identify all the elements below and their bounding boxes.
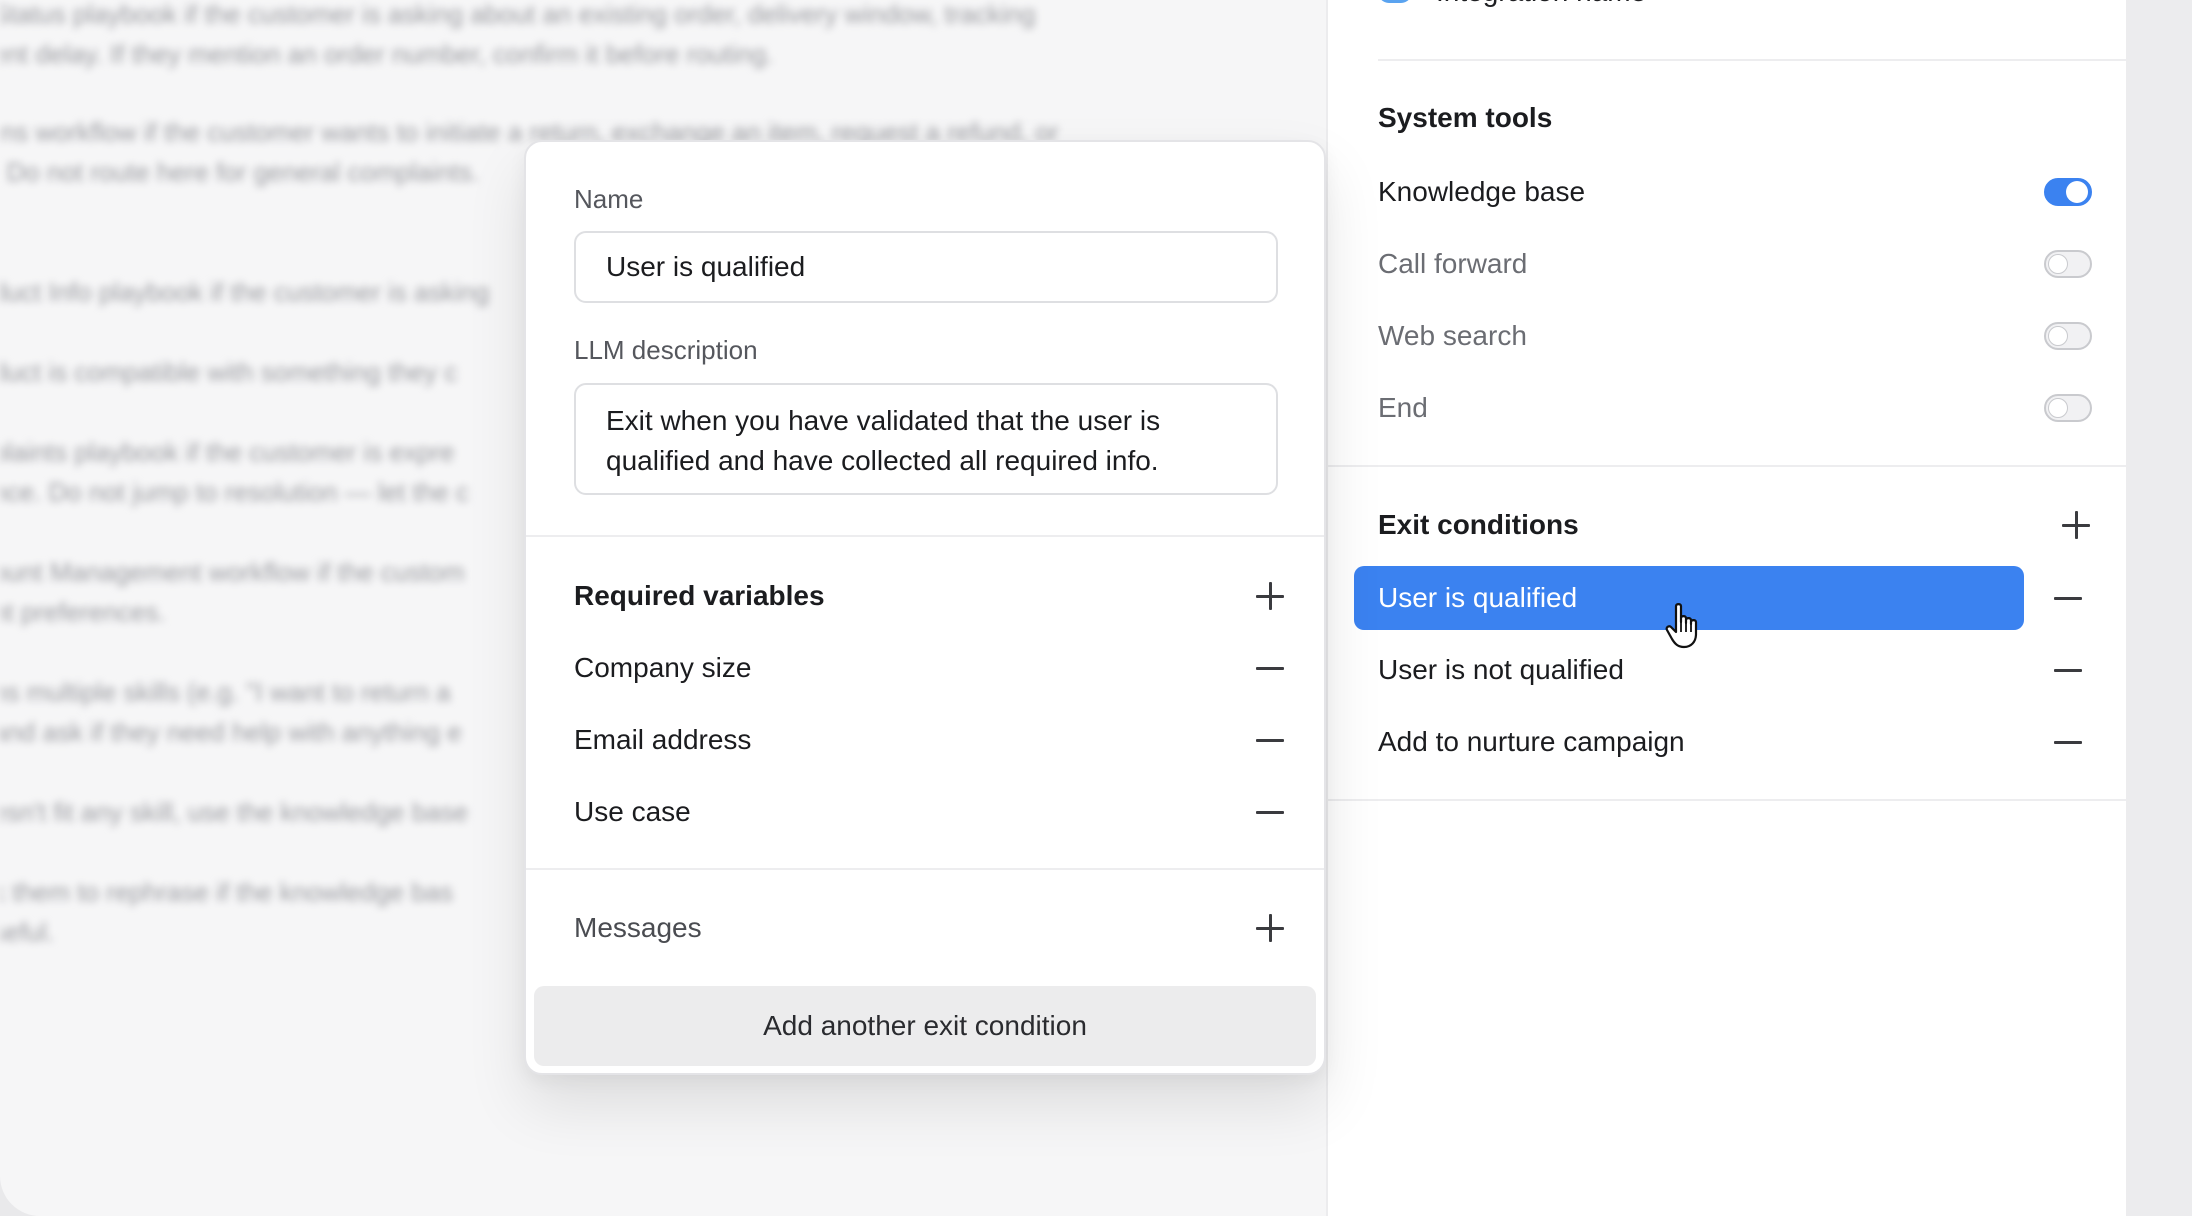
hand-pointer-cursor-icon xyxy=(1665,603,1698,649)
tool-row-end[interactable]: End xyxy=(1378,388,2092,428)
remove-variable-minus-icon[interactable] xyxy=(1254,724,1286,756)
variable-label: Company size xyxy=(574,652,752,683)
call-forward-toggle[interactable] xyxy=(2044,250,2092,278)
exit-condition-label: Add to nurture campaign xyxy=(1378,726,1685,757)
window-edge xyxy=(2128,0,2192,1216)
tool-label: Call forward xyxy=(1378,248,1528,279)
playbook-settings-panel: Integration name System tools Knowledge … xyxy=(1326,0,2128,1216)
remove-variable-minus-icon[interactable] xyxy=(1254,652,1286,684)
integration-label: Integration name xyxy=(1436,0,1646,8)
remove-exit-condition-minus-icon[interactable] xyxy=(2052,654,2084,686)
add-another-exit-condition-button[interactable]: Add another exit condition xyxy=(534,986,1316,1066)
exit-condition-add-to-nurture-campaign[interactable]: Add to nurture campaign xyxy=(1354,710,2024,774)
required-variables-title: Required variables xyxy=(574,580,825,611)
cloud-icon xyxy=(1378,0,1412,3)
add-message-plus-icon[interactable] xyxy=(1254,912,1286,944)
knowledge-base-toggle[interactable] xyxy=(2044,178,2092,206)
remove-exit-condition-minus-icon[interactable] xyxy=(2052,726,2084,758)
llm-description-textarea[interactable]: Exit when you have validated that the us… xyxy=(574,383,1278,495)
add-variable-plus-icon[interactable] xyxy=(1254,580,1286,612)
name-label: Name xyxy=(574,184,644,214)
divider xyxy=(526,868,1324,870)
tool-row-web-search[interactable]: Web search xyxy=(1378,316,2092,356)
variable-row-use-case[interactable]: Use case xyxy=(574,788,1286,836)
system-tools-title: System tools xyxy=(1378,102,1553,133)
remove-exit-condition-minus-icon[interactable] xyxy=(2052,582,2084,614)
remove-integration-minus-icon[interactable] xyxy=(2060,0,2092,4)
variable-row-company-size[interactable]: Company size xyxy=(574,644,1286,692)
web-search-toggle[interactable] xyxy=(2044,322,2092,350)
bg-paragraph-order-status: Status playbook if the customer is askin… xyxy=(0,0,1036,69)
messages-label: Messages xyxy=(574,912,702,943)
llm-description-label: LLM description xyxy=(574,335,758,365)
divider xyxy=(1328,799,2126,801)
end-toggle[interactable] xyxy=(2044,394,2092,422)
tool-row-knowledge-base[interactable]: Knowledge base xyxy=(1378,172,2092,212)
divider xyxy=(1328,465,2126,467)
divider xyxy=(526,535,1324,537)
name-input[interactable]: User is qualified xyxy=(574,231,1278,303)
tool-label: Knowledge base xyxy=(1378,176,1586,207)
exit-condition-label: User is qualified xyxy=(1378,582,1578,613)
add-exit-condition-plus-icon[interactable] xyxy=(2060,509,2092,541)
tool-row-call-forward[interactable]: Call forward xyxy=(1378,244,2092,284)
variable-label: Email address xyxy=(574,724,752,755)
exit-conditions-title: Exit conditions xyxy=(1378,509,1579,540)
divider xyxy=(1378,59,2126,61)
tool-label: Web search xyxy=(1378,320,1527,351)
variable-label: Use case xyxy=(574,796,691,827)
variable-row-email-address[interactable]: Email address xyxy=(574,716,1286,764)
app-frame: Status playbook if the customer is askin… xyxy=(0,0,2192,1216)
tool-label: End xyxy=(1378,392,1428,423)
remove-variable-minus-icon[interactable] xyxy=(1254,796,1286,828)
exit-condition-editor-modal: Name User is qualified LLM description E… xyxy=(524,140,1326,1075)
integration-row[interactable]: Integration name xyxy=(1378,0,2092,22)
exit-condition-label: User is not qualified xyxy=(1378,654,1624,685)
